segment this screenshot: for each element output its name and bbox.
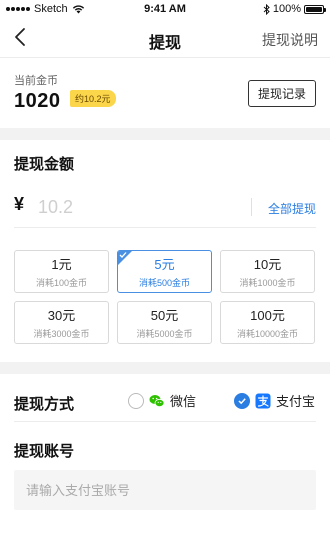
payment-option-wechat[interactable]: 微信 [128,391,196,410]
radio-wechat[interactable] [128,392,144,409]
back-arrow-icon[interactable] [10,26,32,48]
wechat-icon [149,394,165,407]
payment-name-wechat: 微信 [170,394,197,409]
amount-input[interactable] [38,192,238,222]
payment-method-label: 提现方式 [14,396,75,413]
alipay-account-input[interactable] [14,470,316,510]
option-cost: 消耗100金币 [35,278,88,288]
payment-option-alipay[interactable]: 支付宝 [234,391,315,410]
account-section-title: 提现账号 [14,443,75,460]
nav-bar: 提现 提现说明 [0,18,330,58]
amount-section-title: 提现金额 [14,156,75,173]
amount-option-100[interactable]: 100元 消耗10000金币 [220,301,315,344]
balance-section: 当前金币 1020 约10.2元 提现记录 [0,58,330,128]
option-amount: 30元 [47,308,76,323]
withdraw-records-button[interactable]: 提现记录 [248,80,316,107]
option-cost: 消耗500金币 [138,278,191,288]
section-divider [0,128,330,140]
status-right: 100% [263,3,326,15]
payment-name-alipay: 支付宝 [276,394,316,409]
option-cost: 消耗5000金币 [136,329,193,339]
amount-row: ¥ 全部提现 [14,190,316,228]
option-amount: 100元 [250,308,285,323]
option-cost: 消耗1000金币 [239,278,296,288]
balance-equivalent-badge: 约10.2元 [70,90,116,107]
option-cost: 消耗10000金币 [236,329,299,339]
option-amount: 50元 [150,308,179,323]
battery-icon [304,4,326,14]
amount-option-30[interactable]: 30元 消耗3000金币 [14,301,109,344]
amount-option-1[interactable]: 1元 消耗100金币 [14,250,109,293]
section-divider [0,362,330,374]
option-cost: 消耗3000金币 [33,329,90,339]
bluetooth-icon [263,3,270,15]
check-icon [238,397,246,404]
radio-alipay[interactable] [234,392,250,409]
payment-method-row: 提现方式 微信 支付宝 [14,380,316,422]
option-amount: 10元 [253,257,282,272]
alipay-icon [255,393,271,408]
currency-symbol: ¥ [14,194,25,214]
balance-value: 1020 [14,90,61,112]
amount-options: 1元 消耗100金币 5元 消耗500金币 10元 消耗1000金币 30元 消… [14,250,316,344]
withdraw-all-button[interactable]: 全部提现 [268,200,316,217]
amount-option-5[interactable]: 5元 消耗500金币 [117,250,212,293]
check-icon [119,252,127,258]
amount-option-10[interactable]: 10元 消耗1000金币 [220,250,315,293]
status-bar: Sketch 9:41 AM 100% [0,0,330,18]
option-amount: 1元 [51,257,72,272]
amount-option-50[interactable]: 50元 消耗5000金币 [117,301,212,344]
amount-separator [251,198,252,216]
option-amount: 5元 [154,257,175,272]
battery-percent: 100% [272,3,301,15]
balance-label: 当前金币 [14,75,58,87]
withdraw-help-link[interactable]: 提现说明 [262,30,318,50]
